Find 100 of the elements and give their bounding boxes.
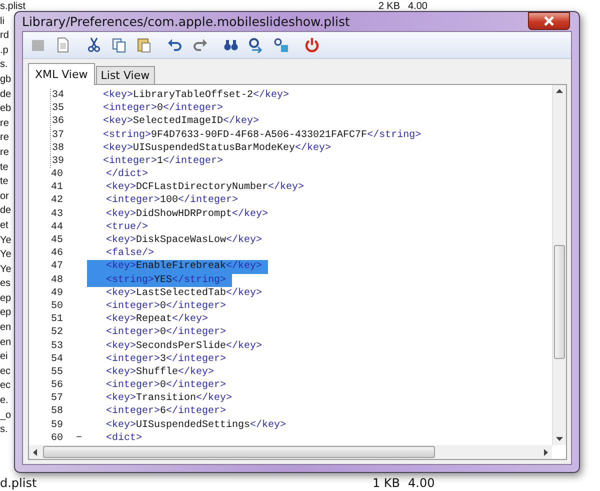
code-line: <key>DidShowHDRPrompt</key> [105,208,270,221]
code-line: <dict> [105,432,144,445]
line-number: 38 [50,142,65,155]
file-name: eb [0,103,12,114]
file-name: d.plist [0,476,37,490]
line-number: 34 [50,88,65,102]
file-name: de [0,205,12,216]
line-number: 50 [50,300,64,314]
file-size: 1 KB [371,476,400,491]
file-name: _o [0,410,12,421]
left-arrow-icon [33,449,37,456]
down-arrow-icon [556,437,563,441]
file-name: e. [0,395,8,406]
file-name: ec [0,366,11,377]
code-line: <key>UISuspendedSettings</key> [105,418,288,432]
file-name: en [0,322,12,334]
line-number: 46 [50,247,64,260]
code-line: <integer>3</integer> [105,352,228,366]
file-name: Ye [0,249,12,260]
line-number: 40 [50,168,64,182]
line-number: 42 [50,194,64,208]
file-name: Ye [0,264,12,275]
cut-icon [86,36,102,53]
vertical-scrollbar[interactable] [552,84,566,445]
close-icon [543,16,555,26]
toolbar-button[interactable] [272,36,290,54]
file-name: te [0,176,8,188]
line-number: 48 [50,274,64,287]
copy-icon [111,36,127,53]
new-icon [55,36,71,53]
line-number: 52 [50,326,64,340]
tab[interactable]: XML View [28,62,95,85]
line-number: 44 [50,220,64,234]
line-number: 47 [50,260,64,274]
line-number: 56 [50,379,64,392]
code-line: <integer>0</integer> [102,102,224,116]
file-name: s. [0,424,8,436]
line-number: 57 [50,392,64,406]
file-name: en [0,336,12,348]
file-name: rd [0,30,9,42]
line-number: 37 [50,128,65,142]
up-arrow-icon [556,88,563,93]
code-line: <key>SelectedImageID</key> [102,115,260,128]
file-name: ei [0,351,8,362]
file-name: re [0,146,9,158]
code-line: <key>Repeat</key> [105,313,210,326]
toolbar-button[interactable] [110,36,128,54]
undo-icon [167,36,183,53]
scrollbar-thumb[interactable] [43,446,435,458]
line-number: 45 [50,234,64,248]
code-line: <integer>1</integer> [102,154,224,168]
code-line: <key>LibraryTableOffset-2</key> [102,88,290,102]
file-name: ep [0,292,12,304]
code-line: <key>SecondsPerSlide</key> [105,340,264,353]
line-number: 49 [50,286,64,300]
paste-icon [136,36,152,53]
toolbar-button[interactable] [135,36,153,54]
file-name: ep [0,307,12,318]
scrollbar-thumb[interactable] [554,244,565,359]
find-next-icon [248,36,264,53]
line-number: 53 [50,340,64,353]
code-line: <key>UISuspendedStatusBarModeKey</key> [102,142,332,155]
line-number: 39 [50,154,65,168]
file-size: 2 KB [377,0,400,14]
line-number: 36 [50,115,65,128]
tab[interactable]: List View [96,66,155,84]
file-date: 4.00 [408,0,428,14]
code-line: <integer>6</integer> [105,405,228,419]
fold-toggle[interactable]: − [71,432,87,445]
code-line: <integer>0</integer> [105,379,228,392]
file-name: Ye [0,234,12,246]
line-number: 41 [50,181,64,194]
toolbar-button[interactable] [247,36,265,54]
toolbar-button[interactable] [303,36,321,54]
close-button[interactable] [528,12,570,30]
code-line: <string>9F4D7633-90FD-4F68-A506-433021FAFC7F</string> [102,128,422,142]
code-line: <true/> [105,220,150,234]
file-name: de [0,88,12,100]
toolbar-button[interactable] [85,36,103,54]
file-name: .p [0,44,8,56]
line-number: 58 [50,405,64,419]
line-number: 55 [50,366,64,380]
code-line: <key>Transition</key> [105,392,234,406]
replace-icon [273,36,289,53]
power-icon [304,36,320,53]
line-number: 43 [50,208,64,221]
code-line: <key>LastSelectedTab</key> [105,286,264,300]
code-line: <integer>0</integer> [105,300,228,314]
file-name: es [0,278,11,290]
code-line: </dict> [105,168,150,182]
line-number: 54 [50,352,64,366]
code-line: <key>DiskSpaceWasLow</key> [105,234,264,248]
window-title: Library/Preferences/com.apple.mobileslideshow.plist [22,14,350,29]
file-name: gb [0,74,12,85]
horizontal-scrollbar[interactable] [29,445,552,459]
file-name: et [0,220,8,231]
file-name: s.plist [0,1,26,12]
line-number: 59 [50,418,64,432]
file-name: s. [0,59,8,70]
line-number: 51 [50,313,64,326]
